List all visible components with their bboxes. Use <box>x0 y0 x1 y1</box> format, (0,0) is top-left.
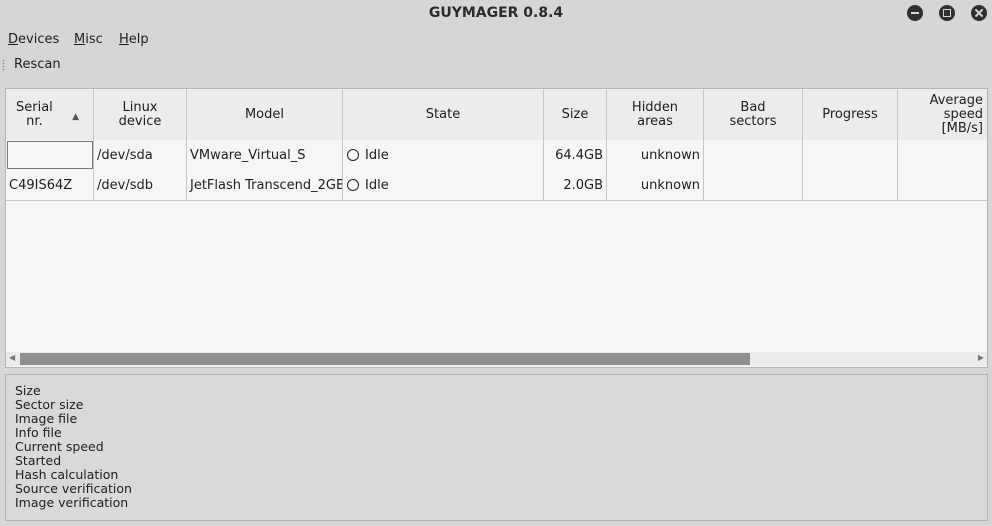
info-label-info-file: Info file <box>15 425 62 440</box>
toolbar: Rescan <box>0 55 992 75</box>
cell-bad-sectors[interactable] <box>704 140 803 170</box>
cell-hidden-areas[interactable]: unknown <box>607 170 704 200</box>
info-panel: Size Sector size Image file Info file Cu… <box>5 374 988 521</box>
rescan-button[interactable]: Rescan <box>14 57 61 72</box>
cell-bad-sectors[interactable] <box>704 170 803 200</box>
close-icon[interactable] <box>971 5 987 21</box>
menu-devices-label: evices <box>18 32 60 47</box>
toolbar-grip[interactable] <box>2 59 5 71</box>
menu-help[interactable]: Help <box>119 32 149 47</box>
title-bar: GUYMAGER 0.8.4 <box>0 0 992 26</box>
col-linux-device[interactable]: Linux device <box>94 89 187 140</box>
cell-state[interactable]: Idle <box>343 140 544 170</box>
info-label-image-verification: Image verification <box>15 495 129 510</box>
device-table: Serial nr. ▲ Linux device Model State Siz… <box>5 88 988 368</box>
menu-misc[interactable]: Misc <box>74 32 103 47</box>
info-label-current-speed: Current speed <box>15 439 104 454</box>
col-size[interactable]: Size <box>544 89 607 140</box>
col-average-speed[interactable]: Average speed [MB/s] <box>898 89 987 140</box>
sort-ascending-icon: ▲ <box>72 112 79 122</box>
cell-progress[interactable] <box>803 170 898 200</box>
col-model[interactable]: Model <box>187 89 343 140</box>
table-row[interactable]: C49IS64Z /dev/sdb JetFlash Transcend_2GB… <box>6 170 987 201</box>
cell-progress[interactable] <box>803 140 898 170</box>
menu-devices-mnemonic: D <box>8 32 19 47</box>
table-header: Serial nr. ▲ Linux device Model State Siz… <box>6 89 987 141</box>
cell-state-label: Idle <box>365 147 389 163</box>
col-serial-label: Serial nr. <box>16 99 53 129</box>
window-title: GUYMAGER 0.8.4 <box>428 5 564 21</box>
cell-device[interactable]: /dev/sda <box>94 140 187 170</box>
menu-devices[interactable]: Devices <box>8 32 59 47</box>
menu-help-label: elp <box>128 32 149 47</box>
col-state[interactable]: State <box>343 89 544 140</box>
info-label-started: Started <box>15 453 62 468</box>
cell-state-label: Idle <box>365 177 389 193</box>
minimize-icon[interactable] <box>907 5 923 21</box>
cell-serial[interactable] <box>6 140 94 170</box>
cell-serial[interactable]: C49IS64Z <box>6 170 94 200</box>
info-label-sector-size: Sector size <box>15 397 84 412</box>
info-label-image-file: Image file <box>15 411 78 426</box>
horizontal-scrollbar[interactable]: ◀ ▶ <box>6 352 987 366</box>
cell-state[interactable]: Idle <box>343 170 544 200</box>
cell-hidden-areas[interactable]: unknown <box>607 140 704 170</box>
menu-misc-mnemonic: M <box>74 32 86 47</box>
scroll-left-arrow-icon[interactable]: ◀ <box>9 353 15 362</box>
cell-model[interactable]: VMware_Virtual_S <box>187 140 343 170</box>
menu-help-mnemonic: H <box>119 32 129 47</box>
info-label-size: Size <box>15 383 41 398</box>
info-label-hash-calculation: Hash calculation <box>15 467 119 482</box>
cell-average-speed[interactable] <box>898 140 987 170</box>
col-bad-sectors[interactable]: Bad sectors <box>704 89 803 140</box>
cell-size[interactable]: 64.4GB <box>544 140 607 170</box>
idle-circle-icon <box>347 179 359 191</box>
cell-average-speed[interactable] <box>898 170 987 200</box>
cell-device[interactable]: /dev/sdb <box>94 170 187 200</box>
cell-model[interactable]: JetFlash Transcend_2GB <box>187 170 343 200</box>
cell-size[interactable]: 2.0GB <box>544 170 607 200</box>
maximize-icon[interactable] <box>939 5 955 21</box>
col-hidden-areas[interactable]: Hidden areas <box>607 89 704 140</box>
info-label-source-verification: Source verification <box>15 481 132 496</box>
col-serial[interactable]: Serial nr. ▲ <box>6 89 94 140</box>
idle-circle-icon <box>347 149 359 161</box>
menu-misc-label: isc <box>85 32 103 47</box>
col-progress[interactable]: Progress <box>803 89 898 140</box>
scrollbar-thumb[interactable] <box>20 353 750 365</box>
scroll-right-arrow-icon[interactable]: ▶ <box>978 353 984 362</box>
table-row[interactable]: /dev/sda VMware_Virtual_S Idle 64.4GB un… <box>6 140 987 171</box>
